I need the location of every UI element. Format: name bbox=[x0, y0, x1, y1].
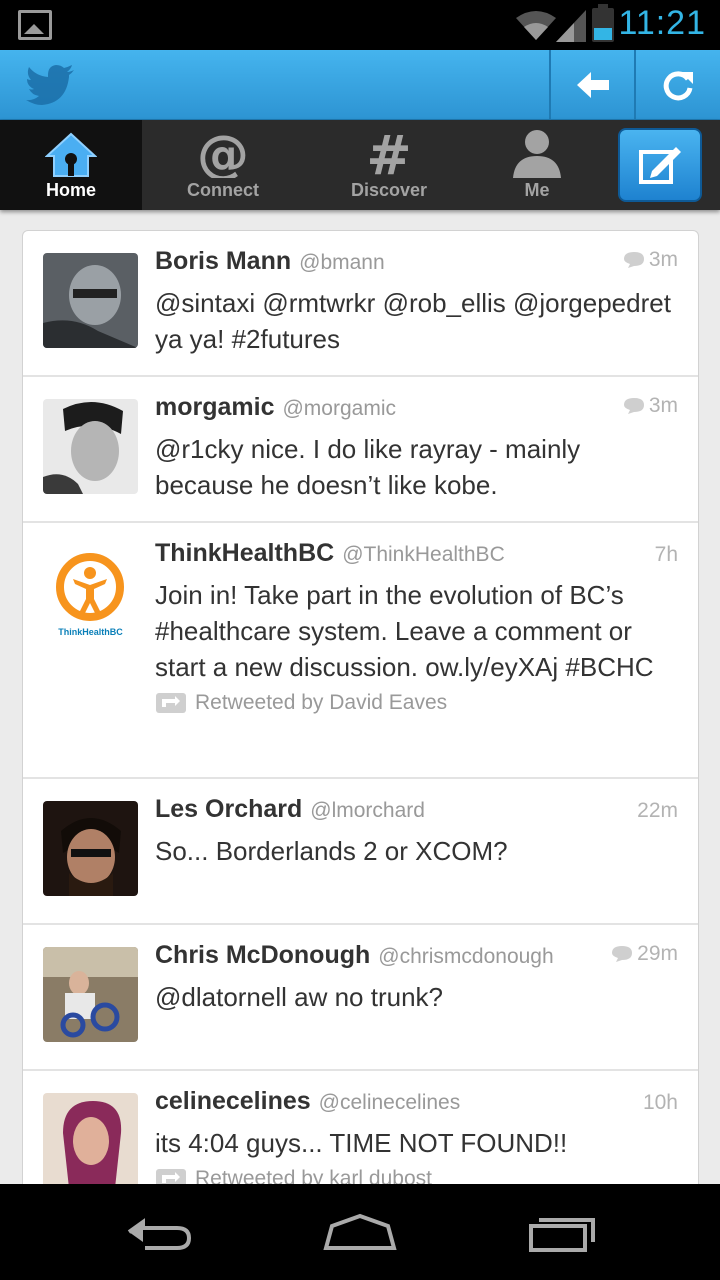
tweet-text: @r1cky nice. I do like rayray - mainly b… bbox=[155, 434, 581, 500]
recent-apps-icon bbox=[529, 1218, 595, 1252]
tweet-text: Join in! Take part in the evolution of B… bbox=[155, 580, 654, 682]
home-icon bbox=[45, 132, 97, 177]
compose-icon bbox=[639, 147, 681, 184]
tweet-time-label: 3m bbox=[648, 248, 678, 271]
tab-me-label: Me bbox=[524, 180, 550, 200]
avatar[interactable] bbox=[43, 801, 138, 896]
status-bar: 11:21 bbox=[0, 0, 720, 50]
tweet[interactable]: Boris Mann @bmann 3m @sintaxi @rmtwrkr @… bbox=[23, 231, 698, 377]
avatar[interactable] bbox=[43, 947, 138, 1042]
refresh-button[interactable] bbox=[634, 50, 719, 120]
tweet[interactable]: ThinkHealthBC ThinkHealthBC @ThinkHealth… bbox=[23, 523, 698, 779]
author-name[interactable]: celinecelines bbox=[155, 1087, 311, 1116]
back-icon bbox=[127, 1218, 192, 1250]
thinkhealthbc-logo-text: ThinkHealthBC bbox=[58, 627, 123, 637]
retweet-info: Retweeted by David Eaves bbox=[155, 691, 678, 715]
tweet-text: @sintaxi @rmtwrkr @rob_ellis @jorgepedre… bbox=[155, 288, 671, 354]
nav-recent-apps-button[interactable] bbox=[518, 1206, 608, 1258]
picture-icon bbox=[18, 10, 52, 40]
avatar[interactable] bbox=[43, 1093, 138, 1188]
author-name[interactable]: Boris Mann bbox=[155, 247, 291, 276]
retweeted-by: Retweeted by David Eaves bbox=[195, 691, 448, 714]
at-icon: @ bbox=[197, 128, 249, 178]
tweet-time-label: 22m bbox=[637, 799, 678, 822]
tweet-time: 29m bbox=[611, 942, 678, 966]
author-handle: @celinecelines bbox=[318, 1091, 461, 1114]
author-handle: @ThinkHealthBC bbox=[342, 543, 505, 566]
author-handle: @morgamic bbox=[282, 397, 396, 420]
reply-bubble-icon bbox=[612, 946, 633, 962]
tab-home[interactable]: Home bbox=[0, 120, 142, 210]
tweet-time: 10h bbox=[643, 1091, 678, 1115]
tab-connect-label: Connect bbox=[187, 180, 259, 200]
tweet[interactable]: Chris McDonough @chrismcdonough 29m @dla… bbox=[23, 925, 698, 1071]
avatar[interactable] bbox=[43, 399, 138, 494]
author-name[interactable]: Les Orchard bbox=[155, 795, 302, 824]
timeline[interactable]: Boris Mann @bmann 3m @sintaxi @rmtwrkr @… bbox=[22, 230, 699, 1190]
author-handle: @lmorchard bbox=[310, 799, 425, 822]
author-name[interactable]: ThinkHealthBC bbox=[155, 539, 334, 568]
action-bar bbox=[0, 50, 720, 120]
tweet[interactable]: celinecelines @celinecelines 10h its 4:0… bbox=[23, 1071, 698, 1189]
reply-bubble-icon bbox=[623, 398, 644, 414]
nav-back-button[interactable] bbox=[115, 1206, 205, 1258]
navigation-bar bbox=[0, 1184, 720, 1280]
battery-icon bbox=[592, 4, 614, 42]
tab-me[interactable]: Me bbox=[466, 120, 608, 210]
tweet-time-label: 10h bbox=[642, 1091, 678, 1114]
back-button[interactable] bbox=[549, 50, 634, 120]
refresh-icon bbox=[663, 71, 693, 101]
author-handle: @bmann bbox=[299, 251, 385, 274]
tweet[interactable]: Les Orchard @lmorchard 22m So... Borderl… bbox=[23, 779, 698, 925]
hash-icon: # bbox=[366, 128, 411, 178]
tweet-time-label: 3m bbox=[648, 394, 678, 417]
svg-text:#: # bbox=[366, 128, 411, 178]
person-icon bbox=[513, 130, 561, 178]
tab-discover[interactable]: # Discover bbox=[318, 120, 460, 210]
tweet-text: So... Borderlands 2 or XCOM? bbox=[155, 836, 508, 866]
avatar[interactable] bbox=[43, 253, 138, 348]
retweet-icon bbox=[156, 693, 186, 713]
tweet-time-label: 29m bbox=[637, 942, 678, 965]
tweet-time-label: 7h bbox=[654, 543, 678, 566]
back-arrow-icon bbox=[576, 72, 609, 98]
author-name[interactable]: Chris McDonough bbox=[155, 941, 370, 970]
tweet[interactable]: morgamic @morgamic 3m @r1cky nice. I do … bbox=[23, 377, 698, 523]
compose-button[interactable] bbox=[618, 128, 702, 202]
author-name[interactable]: morgamic bbox=[155, 393, 274, 422]
tweet-time: 22m bbox=[637, 799, 678, 823]
clock: 11:21 bbox=[618, 4, 706, 42]
tweet-time: 3m bbox=[623, 248, 678, 272]
tab-discover-label: Discover bbox=[350, 180, 428, 200]
tweet-time: 7h bbox=[655, 543, 678, 567]
author-handle: @chrismcdonough bbox=[378, 945, 554, 968]
tweet-text: @dlatornell aw no trunk? bbox=[155, 982, 443, 1012]
tab-home-label: Home bbox=[45, 180, 96, 200]
svg-text:@: @ bbox=[197, 128, 249, 178]
avatar[interactable]: ThinkHealthBC bbox=[43, 549, 138, 644]
tab-bar: Home @ Connect # Discover Me bbox=[0, 120, 720, 210]
wifi-icon bbox=[516, 11, 556, 40]
home-nav-icon bbox=[323, 1213, 397, 1250]
tweet-time: 3m bbox=[623, 394, 678, 418]
tab-connect[interactable]: @ Connect bbox=[152, 120, 294, 210]
reply-bubble-icon bbox=[623, 252, 644, 268]
nav-home-button[interactable] bbox=[315, 1206, 405, 1258]
tweet-text: its 4:04 guys... TIME NOT FOUND!! bbox=[155, 1128, 568, 1158]
twitter-bird-icon[interactable] bbox=[26, 65, 76, 105]
signal-icon bbox=[556, 10, 586, 42]
